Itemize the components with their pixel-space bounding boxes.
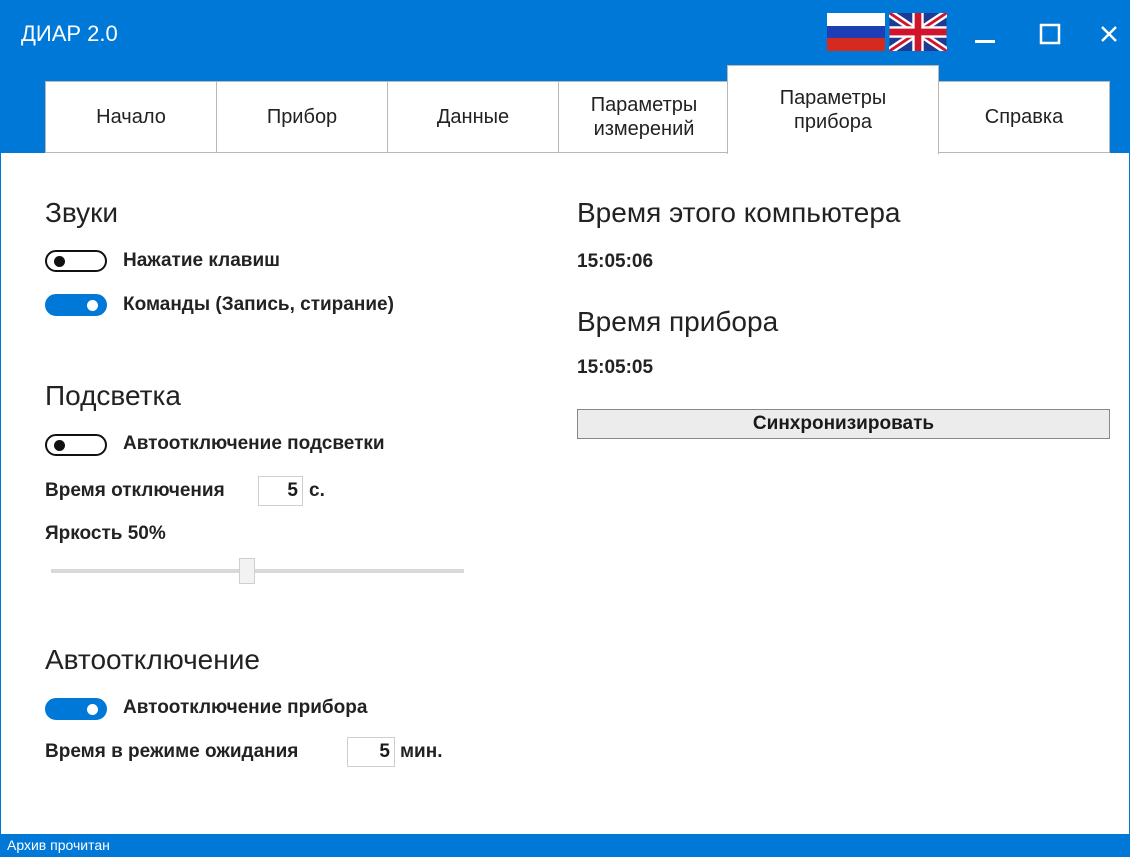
- tab-data[interactable]: Данные: [387, 81, 559, 153]
- close-icon: [1101, 26, 1117, 42]
- tab-device[interactable]: Прибор: [216, 81, 388, 153]
- minimize-icon: [975, 40, 995, 43]
- device-auto-off-toggle[interactable]: [45, 698, 107, 720]
- tab-label: Данные: [436, 106, 510, 128]
- backlight-auto-off-label: Автоотключение подсветки: [123, 433, 385, 454]
- synchronize-button[interactable]: Синхронизировать: [577, 409, 1110, 439]
- computer-time-value: 15:05:06: [577, 251, 654, 272]
- key-press-sound-label: Нажатие клавиш: [123, 250, 280, 271]
- brightness-slider-thumb[interactable]: [239, 558, 255, 584]
- close-button[interactable]: [1091, 17, 1127, 51]
- toggle-knob: [54, 256, 65, 267]
- backlight-off-time-unit: с.: [309, 480, 325, 501]
- backlight-title: Подсветка: [45, 380, 181, 411]
- toggle-knob: [54, 440, 65, 451]
- russian-flag-icon[interactable]: [827, 13, 885, 51]
- standby-time-unit: мин.: [400, 741, 443, 762]
- tab-label: Начало: [96, 106, 166, 128]
- device-time-title: Время прибора: [577, 306, 779, 337]
- device-time-value: 15:05:05: [577, 357, 654, 378]
- backlight-auto-off-toggle[interactable]: [45, 434, 107, 456]
- device-auto-off-label: Автоотключение прибора: [123, 697, 368, 718]
- title-bar: ДИАР 2.0 Начало Прибор Данные Параметры …: [1, 1, 1129, 154]
- minimize-button[interactable]: [967, 17, 1003, 51]
- brightness-label: Яркость 50%: [45, 523, 166, 544]
- tab-label: Параметры измерений: [590, 94, 698, 140]
- sounds-title: Звуки: [45, 197, 119, 228]
- app-window: ДИАР 2.0 Начало Прибор Данные Параметры …: [0, 0, 1130, 857]
- tab-measurement-params[interactable]: Параметры измерений: [558, 81, 730, 153]
- backlight-off-time-label: Время отключения: [45, 480, 225, 501]
- toggle-knob: [87, 300, 98, 311]
- tab-start[interactable]: Начало: [45, 81, 217, 153]
- standby-time-input[interactable]: 5: [347, 737, 395, 767]
- tab-device-params[interactable]: Параметры прибора: [727, 65, 939, 154]
- command-sound-toggle[interactable]: [45, 294, 107, 316]
- tab-label: Справка: [984, 106, 1064, 128]
- status-bar: Архив прочитан: [1, 834, 1129, 856]
- computer-time-title: Время этого компьютера: [577, 197, 901, 228]
- toggle-knob: [87, 704, 98, 715]
- key-press-sound-toggle[interactable]: [45, 250, 107, 272]
- uk-flag-icon[interactable]: [889, 13, 947, 51]
- standby-time-label: Время в режиме ожидания: [45, 741, 299, 762]
- tab-label: Параметры прибора: [779, 87, 887, 133]
- maximize-button[interactable]: [1032, 17, 1068, 51]
- auto-shutdown-title: Автоотключение: [45, 644, 260, 675]
- backlight-off-time-input[interactable]: 5: [258, 476, 303, 506]
- app-title: ДИАР 2.0: [21, 21, 118, 46]
- command-sound-label: Команды (Запись, стирание): [123, 294, 394, 315]
- tab-help[interactable]: Справка: [938, 81, 1110, 153]
- brightness-slider-track[interactable]: [51, 569, 464, 573]
- maximize-icon: [1039, 23, 1061, 45]
- tab-label: Прибор: [266, 106, 338, 128]
